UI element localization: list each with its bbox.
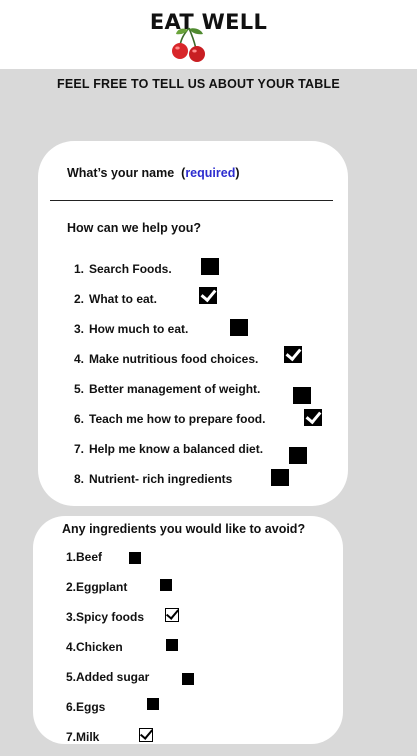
help-option-number: 3. xyxy=(74,322,85,336)
help-option-checkbox[interactable] xyxy=(271,469,289,486)
help-option-checkbox[interactable] xyxy=(230,319,248,336)
intro-text: FEEL FREE TO TELL US ABOUT YOUR TABLE xyxy=(57,77,340,91)
avoid-option-checkbox[interactable] xyxy=(165,608,179,622)
help-option-checkbox[interactable] xyxy=(284,346,302,363)
help-option-number: 7. xyxy=(74,442,85,456)
help-option-label: 3. How much to eat. xyxy=(74,322,188,336)
brand-title: EAT WELL xyxy=(149,10,268,34)
avoid-option-checkbox[interactable] xyxy=(129,552,141,564)
help-option-label: 4. Make nutritious food choices. xyxy=(74,352,258,366)
help-option-number: 2. xyxy=(74,292,85,306)
help-form-card: What’s your name (required) How can we h… xyxy=(38,141,348,506)
help-option-checkbox[interactable] xyxy=(199,287,217,304)
help-option-number: 8. xyxy=(74,472,85,486)
help-option-text: What to eat. xyxy=(89,292,157,306)
help-option-label: 8. Nutrient- rich ingredients xyxy=(74,472,232,486)
help-option-label: 6. Teach me how to prepare food. xyxy=(74,412,265,426)
avoid-option-checkbox[interactable] xyxy=(160,579,172,591)
help-option-text: Search Foods. xyxy=(89,262,172,276)
app-header: EAT WELL xyxy=(0,0,417,69)
avoid-option-checkbox[interactable] xyxy=(139,728,153,742)
help-option-text: Make nutritious food choices. xyxy=(89,352,259,366)
avoid-option-label: 2.Eggplant xyxy=(66,580,128,594)
avoid-option-label: 1.Beef xyxy=(66,550,103,564)
avoid-option-label: 7.Milk xyxy=(66,730,100,744)
help-option-checkbox[interactable] xyxy=(289,447,307,464)
help-option-checkbox[interactable] xyxy=(201,258,219,275)
help-option-checkbox[interactable] xyxy=(304,409,322,426)
help-option-label: 7. Help me know a balanced diet. xyxy=(74,442,263,456)
help-option-text: Better management of weight. xyxy=(89,382,261,396)
help-option-label: 1. Search Foods. xyxy=(74,262,172,276)
avoid-option-label: 4.Chicken xyxy=(66,640,123,654)
avoid-option-label: 5.Added sugar xyxy=(66,670,150,684)
help-options-list: 1. Search Foods. 2. What to eat. 3. How much … xyxy=(38,141,348,506)
help-option-text: Nutrient- rich ingredients xyxy=(89,472,233,486)
help-option-label: 5. Better management of weight. xyxy=(74,382,260,396)
help-option-number: 6. xyxy=(74,412,85,426)
avoid-option-checkbox[interactable] xyxy=(147,698,159,710)
avoid-card: Any ingredients you would like to avoid?… xyxy=(33,516,343,744)
avoid-option-label: 3.Spicy foods xyxy=(66,610,145,624)
help-option-number: 1. xyxy=(74,262,85,276)
help-option-text: Help me know a balanced diet. xyxy=(89,442,264,456)
avoid-option-label: 6.Eggs xyxy=(66,700,106,714)
help-option-number: 4. xyxy=(74,352,85,366)
avoid-option-checkbox[interactable] xyxy=(182,673,194,685)
avoid-option-checkbox[interactable] xyxy=(166,639,178,651)
help-option-label: 2. What to eat. xyxy=(74,292,157,306)
cherry-icon xyxy=(172,27,205,62)
help-option-number: 5. xyxy=(74,382,85,396)
help-option-checkbox[interactable] xyxy=(293,387,311,404)
help-option-text: Teach me how to prepare food. xyxy=(89,412,266,426)
avoid-title: Any ingredients you would like to avoid? xyxy=(62,522,306,536)
help-option-text: How much to eat. xyxy=(89,322,189,336)
